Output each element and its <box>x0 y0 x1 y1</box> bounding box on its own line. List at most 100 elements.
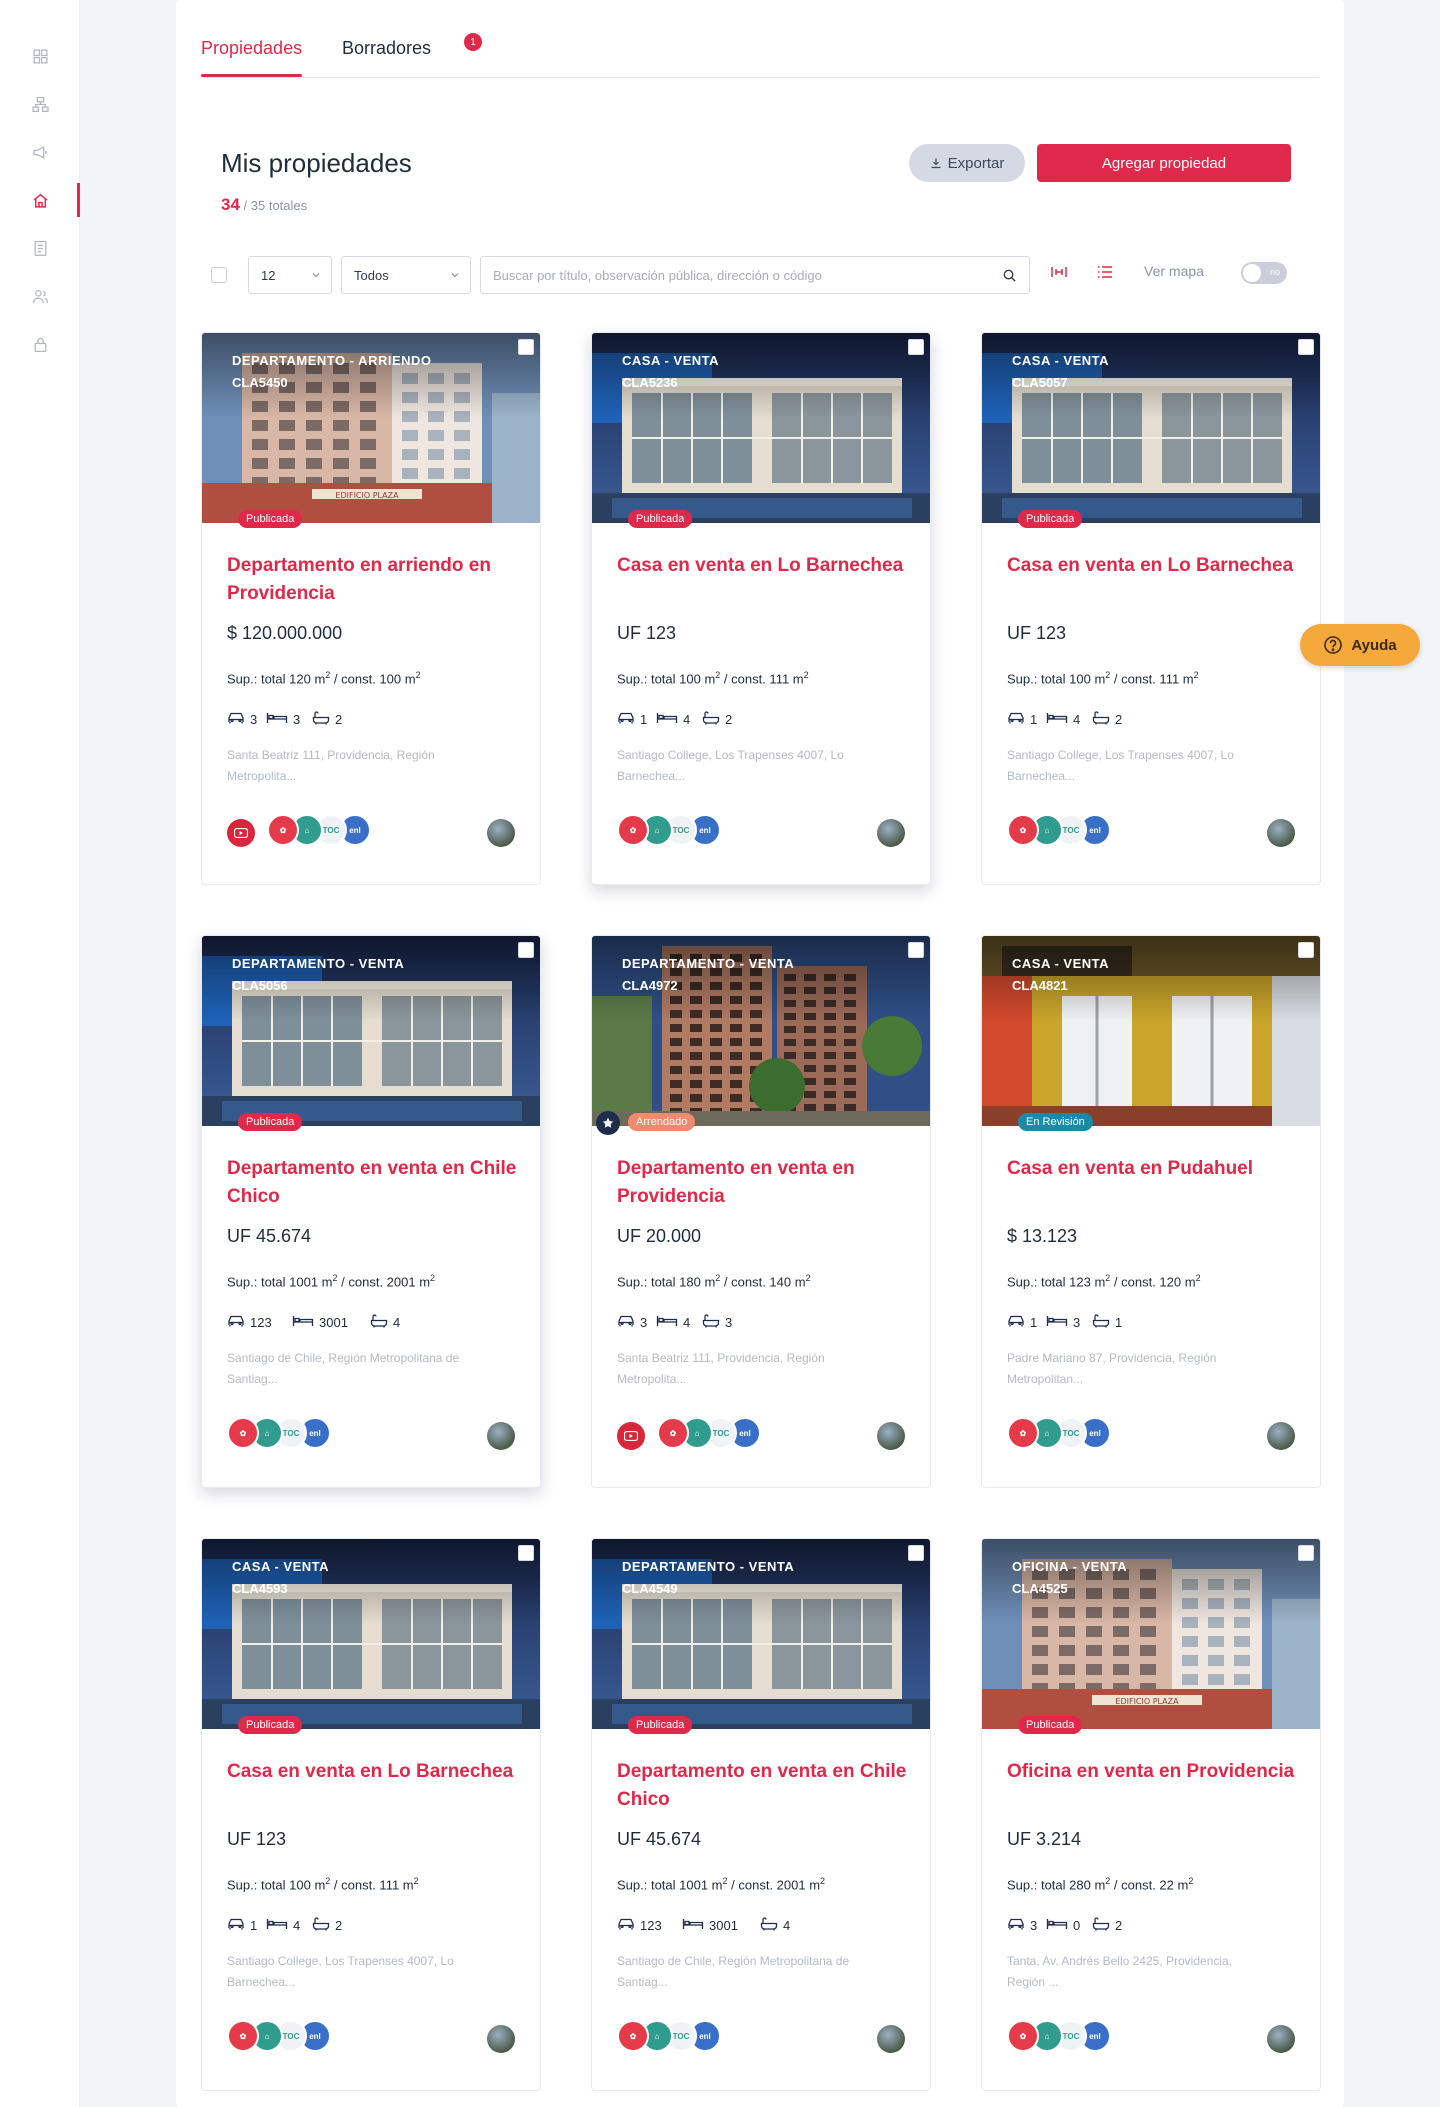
agent-avatar[interactable] <box>1267 819 1295 847</box>
sidebar-item-dashboard[interactable] <box>0 36 80 76</box>
bed-icon <box>1046 711 1068 728</box>
card-checkbox[interactable] <box>908 1545 924 1561</box>
bed-icon <box>1046 1314 1068 1331</box>
property-address: Santiago College, Los Trapenses 4007, Lo… <box>617 748 844 783</box>
property-code: CLA5236 <box>622 375 678 390</box>
property-card[interactable]: CASA - VENTA CLA5236 Publicada Casa en vent… <box>591 332 931 885</box>
card-checkbox[interactable] <box>518 339 534 355</box>
surface-const: / const. 111 m <box>720 671 804 687</box>
sidebar-item-organization[interactable] <box>0 84 80 124</box>
property-title[interactable]: Departamento en arriendo en Providencia <box>227 552 517 608</box>
youtube-icon[interactable] <box>617 1422 645 1450</box>
surface-exp: 2 <box>1195 1273 1201 1283</box>
bed-icon <box>266 711 288 728</box>
property-card[interactable]: CASA - VENTA CLA4821 En Revisión Casa en ve… <box>981 935 1321 1488</box>
car-icon <box>1007 1314 1025 1331</box>
agent-avatar[interactable] <box>877 819 905 847</box>
toggle-knob <box>1243 264 1261 282</box>
property-title[interactable]: Casa en venta en Lo Barnechea <box>227 1758 517 1786</box>
chevron-down-icon <box>451 273 459 278</box>
status-badge: Publicada <box>238 1716 303 1734</box>
list-view-icon[interactable] <box>1096 264 1114 280</box>
card-checkbox[interactable] <box>1298 942 1314 958</box>
tab-properties[interactable]: Propiedades <box>201 38 303 77</box>
parking-feature: 3 <box>1007 1917 1037 1934</box>
surface-total: Sup.: total 123 m <box>1007 1274 1106 1290</box>
status-select[interactable]: Todos <box>341 256 471 294</box>
property-title[interactable]: Departamento en venta en Chile Chico <box>617 1758 907 1814</box>
search-placeholder: Buscar por título, observación pública, … <box>493 267 822 283</box>
youtube-icon[interactable] <box>227 819 255 847</box>
property-card[interactable]: EDIFICIO PLAZAOFICINA - VENTACLA4525Publ… <box>981 1538 1321 2091</box>
agent-avatar[interactable] <box>1267 1422 1295 1450</box>
sidebar-item-properties[interactable] <box>0 180 80 220</box>
agent-avatar[interactable] <box>487 819 515 847</box>
page-size-select[interactable]: 12 <box>248 256 332 294</box>
status-badge: Publicada <box>238 510 303 528</box>
grid-view-icon[interactable] <box>1050 264 1068 280</box>
agent-avatar[interactable] <box>1267 2025 1295 2053</box>
car-icon <box>227 711 245 728</box>
bed-icon <box>1046 1917 1068 1934</box>
parking-feature: 1 <box>227 1917 257 1934</box>
portal-logo-1-icon: ✿ <box>1007 814 1039 846</box>
property-title[interactable]: Departamento en venta en Chile Chico <box>227 1155 517 1211</box>
surface-const: / const. 2001 m <box>727 1877 821 1893</box>
property-card[interactable]: CASA - VENTA CLA4593 Publicada Casa en vent… <box>201 1538 541 2091</box>
sidebar-item-documents[interactable] <box>0 228 80 268</box>
lock-icon <box>34 337 46 352</box>
property-card[interactable]: DEPARTAMENTO - VENTA CLA4972 Arrendado Depa… <box>591 935 931 1488</box>
card-checkbox[interactable] <box>518 1545 534 1561</box>
sidebar-item-marketing[interactable] <box>0 132 80 172</box>
status-badge: Publicada <box>1018 1716 1083 1734</box>
sidebar-item-users[interactable] <box>0 276 80 316</box>
bedrooms-feature: 4 <box>1046 711 1080 728</box>
bedrooms-feature: 0 <box>1046 1917 1080 1934</box>
agent-avatar[interactable] <box>487 1422 515 1450</box>
agent-avatar[interactable] <box>877 1422 905 1450</box>
property-card[interactable]: EDIFICIO PLAZADEPARTAMENTO - ARRIENDOCLA… <box>201 332 541 885</box>
sidebar-item-security[interactable] <box>0 324 80 364</box>
export-button[interactable]: Exportar <box>909 144 1025 182</box>
card-checkbox[interactable] <box>1298 339 1314 355</box>
card-checkbox[interactable] <box>1298 1545 1314 1561</box>
search-input[interactable]: Buscar por título, observación pública, … <box>480 256 1030 294</box>
property-title[interactable]: Casa en venta en Lo Barnechea <box>1007 552 1297 580</box>
surface-total: Sup.: total 1001 m <box>617 1877 723 1893</box>
search-icon[interactable] <box>1002 268 1017 283</box>
card-checkbox[interactable] <box>518 942 534 958</box>
property-title[interactable]: Oficina en venta en Providencia <box>1007 1758 1297 1786</box>
parking-feature: 123 <box>227 1314 272 1331</box>
status-badge: Publicada <box>238 1113 303 1131</box>
property-card[interactable]: DEPARTAMENTO - VENTA CLA4549 Publicada Depa… <box>591 1538 931 2091</box>
add-property-button[interactable]: Agregar propiedad <box>1037 144 1291 182</box>
tab-drafts[interactable]: Borradores <box>342 38 431 59</box>
property-surface: Sup.: total 100 m2 / const. 111 m2 <box>617 670 809 686</box>
card-checkbox[interactable] <box>908 339 924 355</box>
card-checkbox[interactable] <box>908 942 924 958</box>
property-address: Santa Beatriz 111, Providencia, Región M… <box>227 748 435 783</box>
bedroom-count: 0 <box>1073 1918 1081 1933</box>
property-code: CLA4525 <box>1012 1581 1068 1596</box>
property-title[interactable]: Departamento en venta en Providencia <box>617 1155 907 1211</box>
parking-count: 1 <box>1030 1315 1038 1330</box>
agent-avatar[interactable] <box>877 2025 905 2053</box>
map-toggle[interactable]: no <box>1241 262 1287 284</box>
help-button[interactable]: Ayuda <box>1300 624 1420 666</box>
property-card[interactable]: DEPARTAMENTO - VENTA CLA5056 Publicada Depa… <box>201 935 541 1488</box>
property-code: CLA5056 <box>232 978 288 993</box>
main-panel: Propiedades Borradores 1 Mis propiedades… <box>176 0 1344 2107</box>
property-address: Tanta, Av. Andrés Bello 2425, Providenci… <box>1007 1954 1233 1989</box>
property-title[interactable]: Casa en venta en Pudahuel <box>1007 1155 1297 1183</box>
property-type: CASA - VENTA <box>1012 353 1109 368</box>
chevron-down-icon <box>312 273 320 278</box>
property-card[interactable]: CASA - VENTA CLA5057 Publicada Casa en vent… <box>981 332 1321 885</box>
agent-avatar[interactable] <box>487 2025 515 2053</box>
drafts-count-badge: 1 <box>464 33 482 51</box>
surface-exp: 2 <box>413 1876 419 1886</box>
property-title[interactable]: Casa en venta en Lo Barnechea <box>617 552 907 580</box>
select-all-checkbox[interactable] <box>211 267 227 283</box>
status-badge: En Revisión <box>1018 1113 1093 1131</box>
property-price: UF 3.214 <box>1007 1829 1082 1849</box>
parking-feature: 123 <box>617 1917 662 1934</box>
